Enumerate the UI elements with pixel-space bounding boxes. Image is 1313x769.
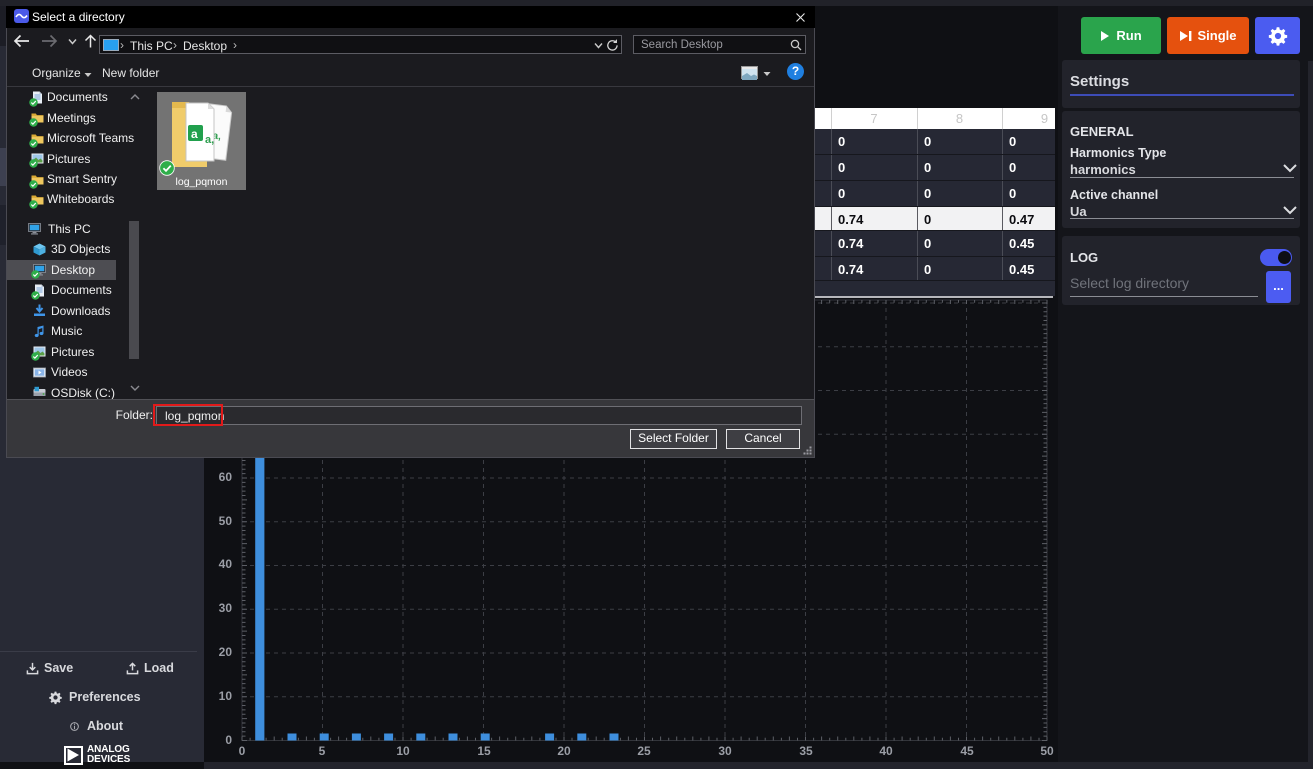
svg-text:a,: a, (205, 134, 214, 146)
svg-text:a: a (191, 127, 198, 141)
